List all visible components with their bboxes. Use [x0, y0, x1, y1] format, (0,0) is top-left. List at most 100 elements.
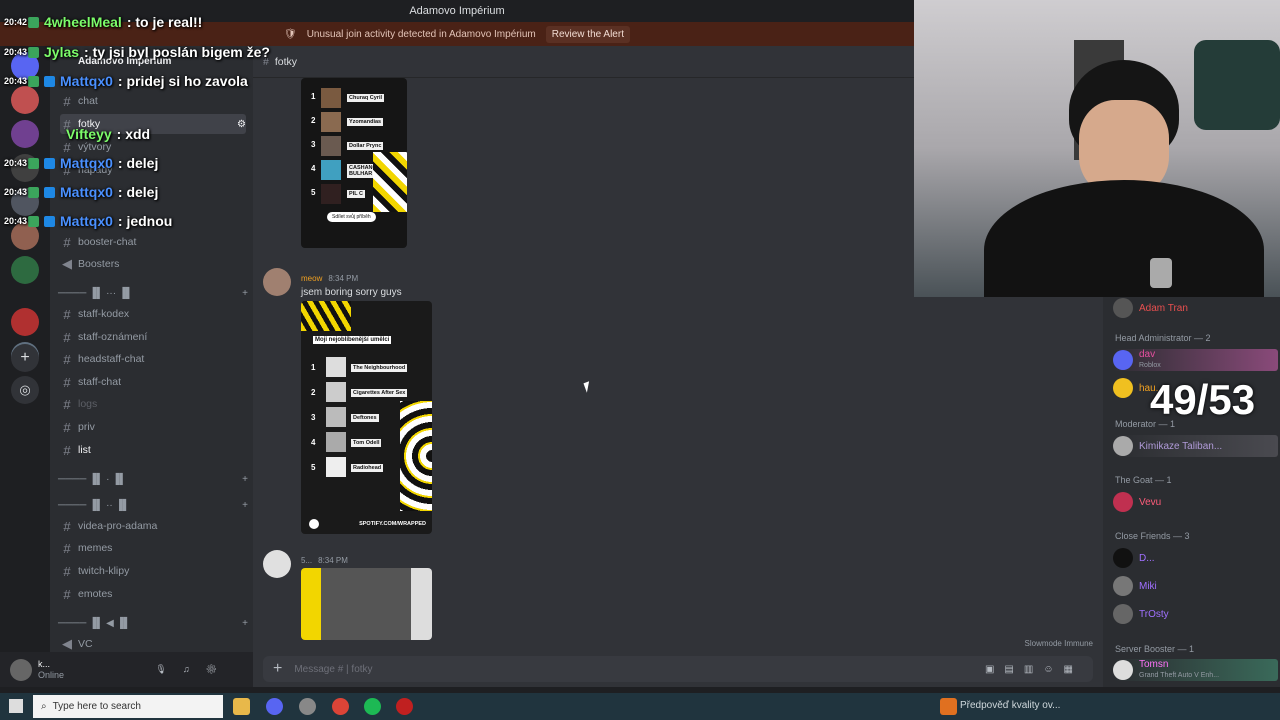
hash-icon: #: [63, 419, 71, 435]
artist-name: Churaq Cyril: [347, 94, 385, 102]
member-group-header: Close Friends — 3: [1115, 531, 1190, 541]
avatar: [1113, 436, 1133, 456]
category-header[interactable]: ──── ▐▌ ◀ ▐▌ +: [58, 618, 248, 632]
chrome-icon[interactable]: [332, 698, 349, 715]
channel-item[interactable]: # staff-oznámení: [60, 327, 246, 347]
channel-item[interactable]: ◀ Boosters: [60, 254, 246, 274]
file-explorer-icon[interactable]: [233, 698, 250, 715]
discord-icon[interactable]: [266, 698, 283, 715]
category-header[interactable]: ──── ▐▌ ·· ▐▌ +: [58, 500, 248, 514]
artist-thumbnail: [326, 382, 346, 402]
member-item[interactable]: Tomsn Grand Theft Auto V Enh...: [1113, 659, 1278, 681]
channel-title: fotky: [274, 55, 298, 68]
message-author[interactable]: meow: [301, 274, 322, 283]
image-attachment[interactable]: 1 Churaq Cyril 2 Yzomandias 3 Dollar Pry…: [301, 78, 407, 248]
explore-icon[interactable]: ◎: [11, 376, 39, 404]
shield-icon: 🛡: [284, 28, 297, 40]
message-input[interactable]: + Message # | fotky ▣▤▥☺▦: [263, 656, 1093, 682]
avatar: [1113, 298, 1133, 318]
hash-icon: #: [63, 518, 71, 534]
taskbar-search[interactable]: ⌕ Type here to search: [33, 695, 223, 718]
category-header[interactable]: ──── ▐▌ · ▐▌ +: [58, 474, 248, 488]
avatar[interactable]: [10, 658, 32, 681]
avatar: [1113, 350, 1133, 370]
speaker-icon: ◀: [62, 636, 72, 651]
spotify-icon[interactable]: [364, 698, 381, 715]
channel-item[interactable]: # priv: [60, 417, 246, 437]
channel-item[interactable]: # staff-chat: [60, 372, 246, 392]
user-controls[interactable]: 🎙♫⚙: [155, 664, 233, 675]
channel-item[interactable]: # twitch-klipy: [60, 561, 246, 581]
hash-icon: #: [63, 306, 71, 322]
channel-item[interactable]: # staff-kodex: [60, 304, 246, 324]
rank-number: 1: [311, 92, 316, 101]
avatar[interactable]: [263, 550, 291, 578]
channel-item-unread[interactable]: # list: [60, 440, 246, 460]
image-attachment[interactable]: [301, 568, 432, 640]
obs-icon[interactable]: [299, 698, 316, 715]
review-alert-button[interactable]: Review the Alert: [545, 25, 630, 43]
taskbar: ⌕ Type here to search Předpověď kvality …: [0, 693, 1280, 720]
composer-area: + Message # | fotky ▣▤▥☺▦: [253, 652, 1103, 687]
channel-item-muted[interactable]: # logs: [60, 394, 246, 414]
avatar: [1113, 660, 1133, 680]
user-panel: k... Online 🎙♫⚙: [0, 652, 253, 687]
chat-line: 20:43 Mattqx0: jednou: [4, 213, 173, 229]
message-author[interactable]: 5...: [301, 556, 312, 565]
app-icon[interactable]: [396, 698, 413, 715]
member-item[interactable]: Kimikaze Taliban...: [1113, 435, 1278, 457]
chat-line: 20:42 4wheelMeal: to je real!!: [4, 14, 203, 30]
add-channel-icon[interactable]: +: [242, 618, 248, 632]
server-icon[interactable]: [11, 256, 39, 284]
avatar[interactable]: [263, 268, 291, 296]
add-channel-icon[interactable]: +: [242, 500, 248, 514]
member-item[interactable]: dav Roblox: [1113, 349, 1278, 371]
artist-name: Yzomandias: [347, 118, 384, 126]
rank-number: 2: [311, 116, 316, 125]
message-text: jsem boring sorry guys: [301, 287, 402, 298]
weather-icon[interactable]: [940, 698, 957, 715]
member-item[interactable]: TrOsty: [1113, 603, 1278, 625]
artist-name: Cigarettes After Sex: [351, 389, 408, 397]
artist-name: Deftones: [351, 414, 379, 422]
hash-icon: #: [63, 586, 71, 602]
badge-icon: [44, 186, 55, 198]
composer-tools-icons[interactable]: ▣▤▥☺▦: [985, 664, 1083, 675]
settings-icon[interactable]: ⚙: [237, 119, 246, 130]
add-channel-icon[interactable]: +: [242, 288, 248, 302]
channel-item[interactable]: # memes: [60, 538, 246, 558]
member-item[interactable]: D...: [1113, 547, 1278, 569]
channel-item[interactable]: ◀ VC: [60, 634, 246, 654]
message-time: 8:34 PM: [328, 274, 359, 283]
member-item[interactable]: Miki: [1113, 575, 1278, 597]
server-icon[interactable]: [11, 308, 39, 336]
artist-thumbnail: [321, 112, 341, 132]
alert-text: Unusual join activity detected in Adamov…: [306, 28, 536, 40]
search-icon: ⌕: [41, 701, 47, 712]
windows-start-icon[interactable]: [9, 699, 23, 713]
news-ticker[interactable]: Předpověď kvality ov...: [960, 700, 1060, 711]
channel-item[interactable]: # headstaff-chat: [60, 349, 246, 369]
category-label: ──── ▐▌ · ▐▌: [58, 474, 127, 485]
artist-name: PIL C: [347, 190, 365, 198]
add-channel-icon[interactable]: +: [242, 474, 248, 488]
hash-icon: #: [63, 329, 71, 345]
add-server-icon[interactable]: +: [11, 344, 39, 372]
chat-line: 20:43 Jylas: ty jsi byl poslán bigem že?: [4, 44, 270, 60]
category-header[interactable]: ──── ▐▌ ··· ▐▌ +: [58, 288, 248, 302]
sofa: [1194, 40, 1280, 130]
member-item[interactable]: Adam Tran: [1113, 297, 1278, 319]
add-attachment-icon[interactable]: +: [273, 660, 282, 678]
chat-line: 20:43 Mattqx0: pridej si ho zavola: [4, 73, 248, 89]
server-icon[interactable]: [11, 120, 39, 148]
artist-thumbnail: [326, 457, 346, 477]
member-item[interactable]: Vevu: [1113, 491, 1278, 513]
hash-icon: #: [63, 396, 71, 412]
server-icon[interactable]: [11, 86, 39, 114]
channel-item[interactable]: # booster-chat: [60, 232, 246, 252]
channel-item[interactable]: # videa-pro-adama: [60, 516, 246, 536]
image-attachment[interactable]: Moji nejoblíbenější umělci 1 The Neighbo…: [301, 301, 432, 534]
channel-item[interactable]: # chat: [60, 91, 246, 111]
channel-item[interactable]: # emotes: [60, 584, 246, 604]
decorative-stripe: [301, 301, 351, 331]
